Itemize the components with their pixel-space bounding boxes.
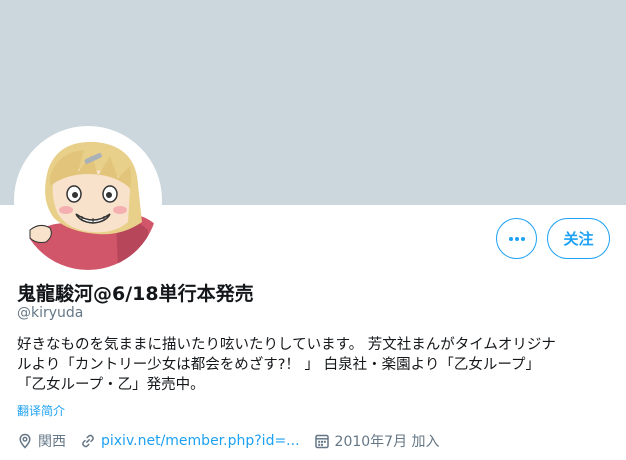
avatar-image xyxy=(18,130,158,270)
bio-line: 好きなものを気ままに描いたり呟いたりしています。 芳文社まんがタイムオリジナ xyxy=(17,337,556,353)
more-dots-icon xyxy=(508,236,525,241)
link-icon xyxy=(82,434,94,448)
bio-line: 「乙女ループ・乙」発売中。 xyxy=(17,377,205,393)
location-item: 関西 xyxy=(17,431,66,451)
translate-bio-link[interactable]: 翻译简介 xyxy=(17,402,65,419)
display-name: 鬼龍駿河@6/18単行本発売 xyxy=(17,283,254,305)
user-handle: @kiryuda xyxy=(17,305,84,321)
joined-item: 2010年7月 加入 xyxy=(314,431,440,451)
avatar[interactable] xyxy=(14,126,162,274)
follow-button[interactable]: 关注 xyxy=(547,218,610,259)
bio-line: ルより「カントリー少女は都会をめざす?！ 」 白泉社・楽園より「乙女ループ」 xyxy=(17,357,540,373)
joined-text: 2010年7月 加入 xyxy=(334,434,440,450)
profile-bio: 好きなものを気ままに描いたり呟いたりしています。 芳文社まんがタイムオリジナ ル… xyxy=(17,335,617,395)
website-item[interactable]: pixiv.net/member.php?id=... xyxy=(80,433,300,449)
profile-meta: 関西 pixiv.net/member.php?id=... 2010年7月 加… xyxy=(17,431,454,451)
location-text: 関西 xyxy=(38,434,66,450)
map-pin-icon xyxy=(19,433,31,449)
more-options-button[interactable] xyxy=(496,218,537,259)
website-link[interactable]: pixiv.net/member.php?id=... xyxy=(101,433,300,449)
calendar-icon xyxy=(314,434,329,449)
